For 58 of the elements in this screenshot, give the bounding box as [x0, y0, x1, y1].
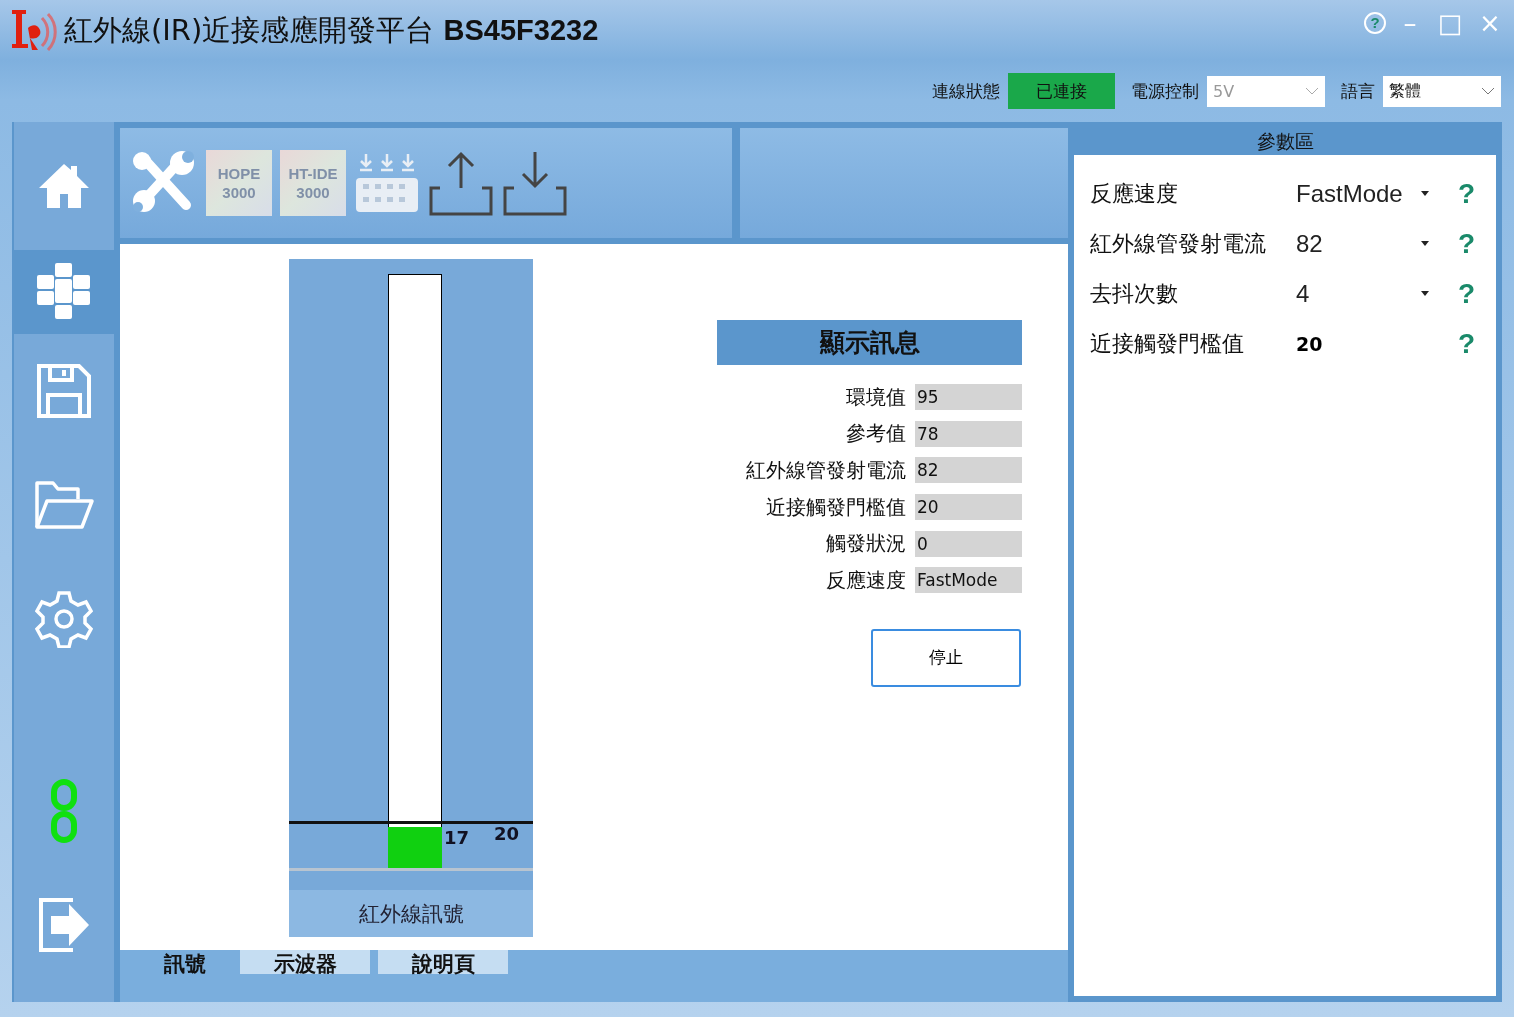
param-label: 近接觸發門檻值 [1090, 330, 1245, 358]
help-button[interactable]: ? [1364, 12, 1386, 34]
meter-label: 紅外線訊號 [289, 890, 533, 937]
chevron-icon [1481, 87, 1495, 95]
help-icon[interactable]: ? [1458, 278, 1476, 310]
language-dropdown[interactable]: 繁體 [1383, 75, 1501, 107]
info-value: 78 [915, 420, 1022, 447]
signal-value: 17 [444, 827, 470, 848]
download-icon[interactable] [502, 150, 568, 216]
connection-status: 已連接 [1008, 73, 1115, 109]
info-label: 環境值 [846, 383, 906, 411]
home-icon [37, 162, 91, 210]
caret-icon [1420, 241, 1430, 247]
upload-icon[interactable] [428, 150, 494, 216]
help-icon[interactable]: ? [1458, 228, 1476, 260]
grid-icon [35, 263, 93, 321]
threshold-value: 20 [494, 823, 520, 844]
param-label: 紅外線管發射電流 [1090, 230, 1267, 258]
info-label: 觸發狀況 [826, 530, 906, 558]
save-icon [36, 363, 92, 419]
info-title: 顯示訊息 [717, 320, 1022, 365]
info-label: 紅外線管發射電流 [746, 457, 906, 484]
folder-icon [34, 479, 94, 531]
connection-label: 連線狀態 [932, 79, 1000, 103]
param-dropdown[interactable]: 82 [1296, 230, 1430, 258]
param-label: 去抖次數 [1090, 280, 1179, 308]
info-value: FastMode [915, 567, 1022, 594]
param-dropdown[interactable]: 4 [1296, 280, 1430, 308]
exit-icon[interactable] [37, 896, 91, 954]
tab[interactable]: 示波器 [240, 950, 370, 974]
info-label: 參考值 [846, 420, 906, 448]
sidebar-item[interactable] [14, 250, 114, 334]
info-value: 20 [915, 494, 1022, 521]
power-label: 電源控制 [1131, 79, 1199, 103]
param-label: 反應速度 [1090, 180, 1179, 208]
tab[interactable]: 訊號 [138, 950, 232, 974]
caret-icon [1420, 291, 1430, 297]
settings-icon [35, 590, 93, 648]
params-title: 參數區 [1255, 128, 1315, 154]
param-dropdown[interactable]: FastMode [1296, 180, 1430, 208]
stop-button[interactable]: 停止 [871, 628, 1021, 687]
help-icon[interactable]: ? [1458, 178, 1476, 210]
info-label: 反應速度 [826, 566, 906, 594]
chevron-icon [1305, 87, 1319, 95]
info-value: 82 [915, 457, 1022, 484]
app-tile[interactable]: HOPE 3000 [206, 150, 272, 216]
language-label: 語言 [1341, 79, 1375, 103]
info-label: 近接觸發門檻值 [766, 493, 906, 521]
window-title: 紅外線(IR)近接感應開發平台 BS45F3232 [64, 12, 599, 49]
info-value: 0 [915, 530, 1022, 557]
chip-program-icon[interactable] [354, 152, 420, 214]
link-icon[interactable] [50, 779, 78, 843]
info-value: 95 [915, 384, 1022, 411]
app-tile[interactable]: HT-IDE 3000 [280, 150, 346, 216]
param-value: 20 [1296, 333, 1324, 355]
caret-icon [1420, 191, 1430, 197]
tab[interactable]: 說明頁 [378, 950, 508, 974]
help-icon[interactable]: ? [1458, 328, 1476, 360]
